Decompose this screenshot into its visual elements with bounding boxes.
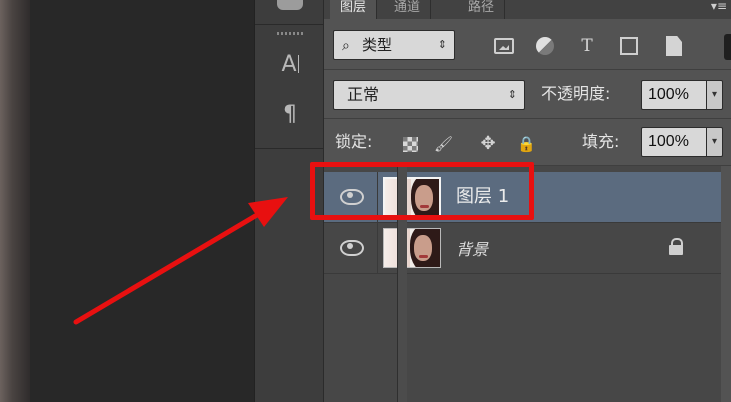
eye-icon[interactable] bbox=[340, 240, 364, 256]
panel-menu-icon[interactable]: ▾≡ bbox=[711, 0, 727, 12]
filter-row: ⌕ 类型 ⇕ T bbox=[324, 19, 731, 69]
paragraph-panel-button[interactable]: ¶ bbox=[273, 100, 307, 130]
blend-mode-value: 正常 bbox=[347, 85, 380, 104]
adjustment-filter-icon[interactable] bbox=[536, 37, 554, 55]
eye-column-divider bbox=[377, 223, 378, 274]
panel-tabs: 图层 通道 路径 ▾≡ bbox=[324, 0, 731, 19]
canvas-area[interactable] bbox=[30, 0, 254, 402]
shape-filter-icon[interactable] bbox=[620, 37, 638, 55]
tools-divider bbox=[255, 148, 325, 149]
lock-all-icon[interactable]: 🔒 bbox=[517, 135, 536, 153]
fill-dropdown-button[interactable]: ▾ bbox=[707, 127, 723, 157]
lock-image-pixels-icon[interactable]: 🖌 bbox=[434, 135, 453, 153]
tab-channels[interactable]: 通道 bbox=[384, 0, 432, 19]
lock-icon bbox=[669, 238, 683, 256]
lock-position-icon[interactable]: ✥ bbox=[479, 135, 497, 153]
tab-layers[interactable]: 图层 bbox=[330, 0, 378, 19]
fill-input[interactable]: 100% bbox=[641, 127, 707, 157]
lock-row: 锁定: 🖌 ✥ 🔒 填充: 100% ▾ bbox=[324, 119, 731, 165]
search-icon: ⌕ bbox=[342, 38, 350, 54]
lock-transparent-pixels-icon[interactable] bbox=[403, 137, 418, 152]
opacity-dropdown-button[interactable]: ▾ bbox=[707, 80, 723, 110]
tab-paths[interactable]: 路径 bbox=[458, 0, 506, 19]
canvas-photo-edge bbox=[0, 0, 30, 402]
layer-thumbnail[interactable] bbox=[383, 228, 441, 268]
filter-type-label: 类型 bbox=[362, 36, 393, 54]
smart-object-filter-icon[interactable] bbox=[666, 36, 682, 56]
annotation-highlight-box bbox=[310, 162, 534, 220]
tools-divider bbox=[255, 24, 325, 25]
chevron-updown-icon: ⇕ bbox=[507, 88, 517, 101]
type-filter-icon[interactable]: T bbox=[576, 36, 598, 56]
fill-label: 填充: bbox=[582, 132, 620, 151]
opacity-input[interactable]: 100% bbox=[641, 80, 707, 110]
blend-mode-select[interactable]: 正常 ⇕ bbox=[333, 80, 525, 110]
filter-toggle[interactable] bbox=[724, 34, 731, 60]
lock-label: 锁定: bbox=[335, 132, 373, 151]
blend-row: 正常 ⇕ 不透明度: 100% ▾ bbox=[324, 70, 731, 118]
opacity-label: 不透明度: bbox=[541, 84, 611, 103]
text-cursor-icon bbox=[297, 55, 299, 73]
collapsed-panel-icon[interactable] bbox=[277, 0, 303, 10]
layer-row[interactable]: 背景 bbox=[324, 223, 721, 274]
panel-grip-icon[interactable] bbox=[277, 32, 303, 35]
character-panel-button[interactable]: A bbox=[273, 50, 307, 80]
chevron-updown-icon: ⇕ bbox=[437, 38, 447, 51]
filter-type-select[interactable]: ⌕ 类型 ⇕ bbox=[333, 30, 455, 60]
layer-name[interactable]: 背景 bbox=[456, 239, 488, 261]
image-filter-icon[interactable] bbox=[494, 38, 514, 54]
